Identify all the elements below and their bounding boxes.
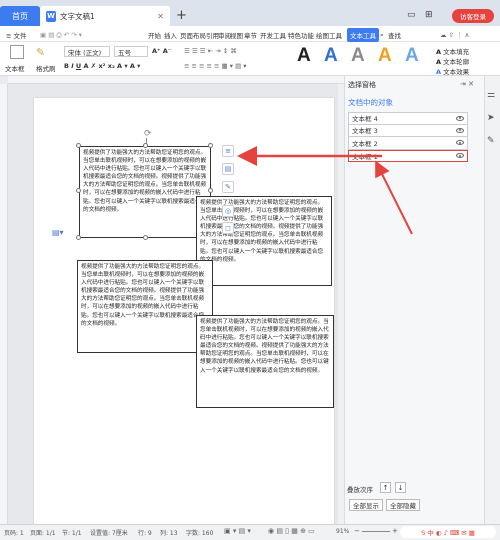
status-position: 设置值: 7厘米 xyxy=(90,530,128,537)
status-pages: 页面: 1/1 xyxy=(30,530,56,537)
status-words[interactable]: 字数: 160 xyxy=(186,528,213,537)
annotation-arrows xyxy=(237,146,413,235)
view-mode-icons[interactable]: ◉ ▤ ▯ ▦ ⊕ ▭ xyxy=(268,527,315,535)
status-section: 节: 1/1 xyxy=(62,530,82,537)
zoom-out-icon[interactable]: − xyxy=(354,527,360,535)
ime-toolbar[interactable]: S 中 ◐ ♪ ⌨ ✉ ▦ xyxy=(400,526,496,538)
status-row: 行: 9 xyxy=(138,530,152,537)
status-tools-icons[interactable]: ▣ ▾ ▤ ▾ xyxy=(224,527,251,535)
zoom-level[interactable]: 91% xyxy=(336,528,349,535)
zoom-in-icon[interactable]: + xyxy=(392,527,398,535)
arrow-to-pane-item xyxy=(375,160,413,235)
status-col: 列: 13 xyxy=(160,530,178,537)
zoom-slider[interactable] xyxy=(362,531,390,532)
status-page[interactable]: 页码: 1 xyxy=(4,528,24,537)
